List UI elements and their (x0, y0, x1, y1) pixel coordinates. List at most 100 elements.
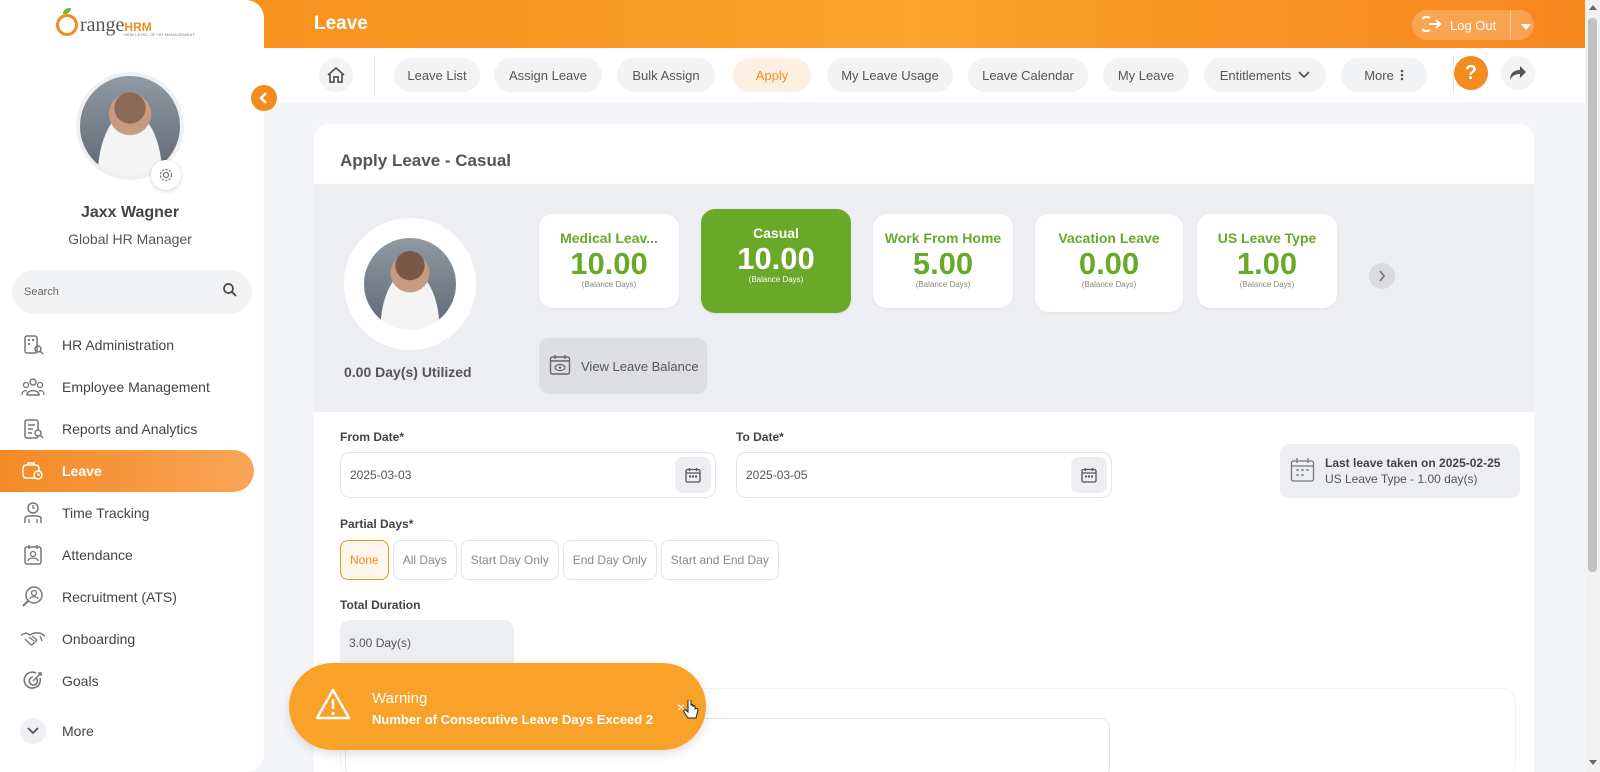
from-date-label: From Date* (340, 430, 405, 444)
sidebar-item-hr-administration[interactable]: HR Administration (0, 324, 254, 366)
user-name: Jaxx Wagner (80, 204, 180, 221)
goals-icon (20, 668, 46, 694)
module-tabbar: Leave List Assign Leave Bulk Assign Appl… (264, 48, 1585, 102)
logout-icon (1418, 15, 1442, 36)
chevron-down-icon (20, 718, 46, 744)
kebab-icon (1400, 69, 1404, 81)
recruitment-icon (20, 584, 46, 610)
tab-bulk-assign[interactable]: Bulk Assign (617, 58, 715, 92)
partial-option-end-day-only[interactable]: End Day Only (562, 540, 657, 580)
sidebar-collapse-button[interactable] (251, 85, 277, 111)
sidebar-item-label: Employee Management (62, 379, 210, 395)
balance-card-vacation[interactable]: Vacation Leave 0.00 (Balance Days) (1035, 214, 1183, 312)
partial-option-none[interactable]: None (340, 540, 389, 580)
partial-option-start-day-only[interactable]: Start Day Only (460, 540, 559, 580)
calendar-eye-icon (549, 354, 571, 379)
sidebar-item-reports-and-analytics[interactable]: Reports and Analytics (0, 408, 254, 450)
sidebar-item-label: Onboarding (62, 631, 136, 647)
logout-button[interactable]: Log Out (1412, 10, 1534, 40)
view-leave-balance-button[interactable]: View Leave Balance (539, 338, 707, 394)
search-icon[interactable] (222, 282, 238, 303)
logo-tagline: NEW LEVEL OF HR MANAGEMENT (124, 32, 196, 37)
tab-my-leave[interactable]: My Leave (1103, 58, 1189, 92)
form-title: Apply Leave - Casual (340, 151, 512, 170)
balance-card-medical[interactable]: Medical Leav... 10.00 (Balance Days) (539, 214, 679, 308)
mouse-cursor-icon (683, 699, 699, 725)
sidebar-item-label: Attendance (62, 547, 133, 563)
partial-option-all-days[interactable]: All Days (392, 540, 457, 580)
chevron-left-icon (259, 92, 267, 104)
share-icon[interactable] (1501, 56, 1535, 90)
sidebar-item-goals[interactable]: Goals (0, 660, 254, 702)
logout-label: Log Out (1450, 17, 1497, 33)
scroll-up-icon[interactable] (1589, 5, 1597, 10)
page-title: Leave (314, 13, 368, 34)
tab-more[interactable]: More (1341, 58, 1427, 92)
sidebar-more-label: More (62, 723, 94, 739)
time-tracking-icon (20, 500, 46, 526)
leave-balance-summary: 0.00 Day(s) Utilized Medical Leav... 10.… (314, 184, 1534, 412)
toast-message: Number of Consecutive Leave Days Exceed … (372, 712, 654, 727)
sidebar-nav: HR Administration Employee Management Re… (0, 324, 254, 702)
sidebar-item-label: Recruitment (ATS) (62, 589, 177, 605)
tab-leave-list[interactable]: Leave List (394, 58, 480, 92)
tab-more-label: More (1364, 67, 1394, 83)
scroll-thumb[interactable] (1588, 18, 1597, 572)
tab-my-leave-usage[interactable]: My Leave Usage (827, 58, 953, 92)
sidebar-more-button[interactable]: More (20, 718, 94, 744)
sidebar-item-employee-management[interactable]: Employee Management (0, 366, 254, 408)
employee-mgmt-icon (20, 374, 46, 400)
balance-card-casual[interactable]: Casual 10.00 (Balance Days) (701, 209, 851, 313)
tab-apply[interactable]: Apply (733, 58, 811, 92)
sidebar-item-time-tracking[interactable]: Time Tracking (0, 492, 254, 534)
handshake-icon (20, 626, 46, 652)
tab-divider (374, 56, 375, 94)
balance-card-us-leave-type[interactable]: US Leave Type 1.00 (Balance Days) (1197, 214, 1337, 308)
orangehrm-logo[interactable]: rangeHRM NEW LEVEL OF HR MANAGEMENT (56, 8, 206, 42)
page-scrollbar[interactable] (1585, 0, 1600, 772)
sidebar-item-leave[interactable]: Leave (0, 450, 254, 492)
sidebar-item-label: Time Tracking (62, 505, 150, 521)
help-icon[interactable]: ? (1454, 56, 1488, 90)
tab-leave-calendar[interactable]: Leave Calendar (968, 58, 1088, 92)
from-date-value: 2025-03-03 (350, 468, 412, 482)
tab-assign-leave[interactable]: Assign Leave (494, 58, 602, 92)
user-role: Global HR Manager (68, 231, 192, 247)
sidebar-item-label: Leave (62, 463, 102, 479)
partial-option-start-and-end-day[interactable]: Start and End Day (660, 540, 779, 580)
sidebar-item-recruitment[interactable]: Recruitment (ATS) (0, 576, 254, 618)
sidebar-item-attendance[interactable]: Attendance (0, 534, 254, 576)
chevron-down-icon (1298, 71, 1310, 79)
chevron-down-icon[interactable] (1521, 18, 1532, 33)
tab-entitlements[interactable]: Entitlements (1204, 58, 1326, 92)
partial-days-options: None All Days Start Day Only End Day Onl… (340, 540, 779, 580)
sidebar-item-label: HR Administration (62, 337, 175, 353)
toast-title: Warning (372, 690, 428, 707)
to-date-field[interactable]: 2025-03-05 (736, 452, 1112, 498)
from-date-field[interactable]: 2025-03-03 (340, 452, 716, 498)
sidebar-item-onboarding[interactable]: Onboarding (0, 618, 254, 660)
view-leave-balance-label: View Leave Balance (581, 358, 699, 374)
home-icon[interactable] (319, 58, 353, 92)
sidebar: rangeHRM NEW LEVEL OF HR MANAGEMENT Jaxx… (0, 0, 264, 772)
gear-icon[interactable] (151, 160, 181, 190)
reports-icon (20, 416, 46, 442)
leave-icon (20, 458, 46, 484)
top-header: Leave Log Out (240, 0, 1585, 48)
calendar-icon[interactable] (675, 457, 711, 493)
sidebar-item-label: Reports and Analytics (62, 421, 198, 437)
scroll-down-icon[interactable] (1589, 760, 1597, 765)
hr-admin-icon (20, 332, 46, 358)
search-input[interactable] (24, 286, 222, 298)
employee-photo (344, 218, 476, 350)
last-leave-info: Last leave taken on 2025-02-25 US Leave … (1280, 444, 1520, 498)
balance-card-work-from-home[interactable]: Work From Home 5.00 (Balance Days) (873, 214, 1013, 308)
last-leave-type: US Leave Type - 1.00 day(s) (1325, 472, 1478, 486)
chevron-right-icon[interactable] (1369, 263, 1395, 289)
sidebar-item-label: Goals (62, 673, 99, 689)
calendar-icon[interactable] (1071, 457, 1107, 493)
warning-icon (315, 687, 351, 726)
calendar-history-icon (1290, 457, 1316, 486)
warning-toast: Warning Number of Consecutive Leave Days… (289, 663, 706, 750)
logo-text: range (80, 13, 125, 36)
